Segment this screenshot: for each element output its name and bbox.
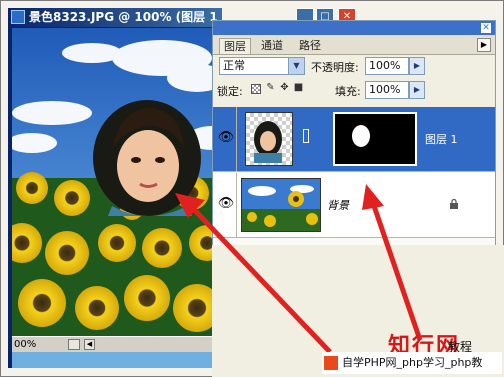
visibility-column: 👁 <box>213 107 237 171</box>
lock-transparency-icon[interactable] <box>251 84 261 94</box>
watermark-banner: 自学PHP网_php学习_php教 <box>322 352 502 374</box>
fill-field[interactable]: 100% <box>365 81 409 99</box>
tab-channels[interactable]: 通道 <box>257 38 287 54</box>
zoom-readout[interactable]: 00% <box>14 337 36 353</box>
background-thumbnail-image <box>242 179 320 231</box>
canvas-strip-bottom <box>12 352 222 368</box>
chain-link-icon[interactable] <box>303 129 309 143</box>
document-window: 景色8323.JPG @ 100% (图层 1 00% ◀ <box>8 8 222 368</box>
fill-slider-button[interactable]: ▶ <box>409 81 425 99</box>
layer-row-1[interactable]: 👁 图层 1 <box>213 107 495 172</box>
panel-menu-icon[interactable]: ▶ <box>477 38 491 52</box>
lock-row: 锁定: ✎ ✥ ■ 填充: 100% ▶ <box>213 81 495 103</box>
mask-shape <box>352 125 370 147</box>
document-status-bar: 00% ◀ <box>12 336 222 353</box>
layer-thumbnail <box>245 112 293 166</box>
layers-panel: ✕ 图层 通道 路径 ▶ 正常 ▼ 不透明度: 100% ▶ 锁定: ✎ ✥ ■… <box>212 20 496 245</box>
opacity-label: 不透明度: <box>311 61 359 74</box>
layers-list: 👁 图层 1 👁 背景 <box>213 107 495 245</box>
layer-thumbnail-image <box>254 121 282 163</box>
navigator-icon[interactable] <box>68 339 80 350</box>
panel-tabs: 图层 通道 路径 ▶ <box>213 35 495 55</box>
lock-brush-icon[interactable]: ✎ <box>265 82 276 93</box>
tab-layers[interactable]: 图层 <box>219 38 251 54</box>
layer-mask-thumbnail[interactable] <box>333 112 417 166</box>
lock-all-icon[interactable]: ■ <box>293 82 304 93</box>
opacity-slider-button[interactable]: ▶ <box>409 57 425 75</box>
canvas-image <box>12 28 222 336</box>
scroll-left-icon[interactable]: ◀ <box>84 339 95 350</box>
panel-titlebar[interactable]: ✕ <box>213 21 495 35</box>
background-thumbnail <box>241 178 321 232</box>
lock-move-icon[interactable]: ✥ <box>279 82 290 93</box>
image-canvas[interactable] <box>12 28 222 336</box>
blend-mode-value: 正常 <box>223 59 245 72</box>
watermark-banner-text: 自学PHP网_php学习_php教 <box>342 356 483 369</box>
layer-name[interactable]: 图层 1 <box>425 131 458 147</box>
php-logo-icon <box>324 356 338 370</box>
layer-name[interactable]: 背景 <box>327 197 349 213</box>
photoshop-icon <box>11 10 25 24</box>
tab-paths[interactable]: 路径 <box>295 38 325 54</box>
panel-close-icon[interactable]: ✕ <box>481 23 491 33</box>
eye-icon[interactable]: 👁 <box>217 129 235 147</box>
document-title: 景色8323.JPG @ 100% (图层 1 <box>29 10 218 24</box>
eye-icon[interactable]: 👁 <box>217 195 235 213</box>
chevron-down-icon: ▼ <box>288 58 304 74</box>
opacity-field[interactable]: 100% <box>365 57 409 75</box>
lock-label: 锁定: <box>217 85 243 98</box>
visibility-column: 👁 <box>213 173 237 237</box>
blend-row: 正常 ▼ 不透明度: 100% ▶ <box>213 57 495 79</box>
document-titlebar[interactable]: 景色8323.JPG @ 100% (图层 1 <box>8 8 222 27</box>
lock-icon <box>450 199 458 209</box>
fill-label: 填充: <box>335 85 361 98</box>
layer-row-background[interactable]: 👁 背景 <box>213 173 495 238</box>
blend-mode-select[interactable]: 正常 ▼ <box>219 57 305 75</box>
